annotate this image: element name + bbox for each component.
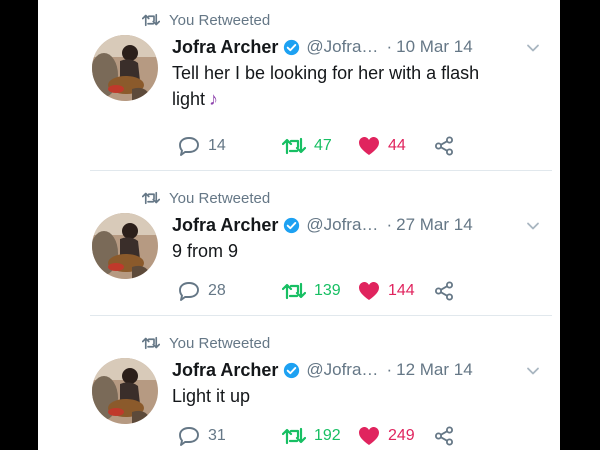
reply-icon (179, 427, 199, 446)
reply-count: 31 (208, 427, 226, 444)
reply-button[interactable]: 14 (178, 134, 226, 158)
tweet-card[interactable]: You Retweeted Jofra Archer @Jofra… · 27 … (38, 178, 560, 326)
author-name[interactable]: Jofra Archer (172, 215, 278, 236)
tweet-card[interactable]: You Retweeted Jofra Archer @Jofra… · 10 … (38, 0, 560, 156)
tweet-text-content: Light it up (172, 386, 251, 406)
author-handle[interactable]: @Jofra… (306, 360, 378, 380)
retweet-button[interactable]: 192 (282, 424, 341, 448)
share-button[interactable] (434, 134, 454, 158)
share-icon (435, 136, 453, 156)
retweet-button[interactable]: 47 (282, 134, 332, 158)
heart-icon (359, 137, 379, 155)
separator-dot: · (386, 360, 393, 379)
retweet-count: 47 (314, 137, 332, 154)
heart-icon (359, 282, 379, 300)
reply-count: 14 (208, 137, 226, 154)
retweet-button[interactable]: 139 (282, 279, 341, 303)
music-note-emoji: ♪ (209, 89, 219, 109)
tweet-text-content: 9 from 9 (172, 241, 239, 261)
retweet-context-label: You Retweeted (169, 11, 271, 29)
reply-button[interactable]: 28 (178, 279, 226, 303)
retweet-context-label: You Retweeted (169, 189, 271, 207)
retweet-context: You Retweeted (142, 333, 270, 353)
chevron-down-icon[interactable] (526, 219, 540, 233)
tweet-header: Jofra Archer @Jofra… · 12 Mar 14 (172, 358, 542, 382)
tweet-date[interactable]: 27 Mar 14 (396, 215, 473, 235)
tweet-text: Tell her I be looking for her with a fla… (172, 60, 512, 112)
retweet-context-label: You Retweeted (169, 334, 271, 352)
author-handle[interactable]: @Jofra… (306, 215, 378, 235)
tweet-date[interactable]: 12 Mar 14 (396, 360, 473, 380)
retweet-icon (282, 282, 306, 300)
reply-button[interactable]: 31 (178, 424, 226, 448)
retweet-icon (142, 13, 160, 27)
chevron-down-icon[interactable] (526, 41, 540, 55)
separator-dot: · (386, 215, 393, 234)
retweet-icon (282, 137, 306, 155)
like-button[interactable]: 44 (358, 134, 406, 158)
heart-icon (359, 427, 379, 445)
like-button[interactable]: 249 (358, 424, 415, 448)
chevron-down-icon[interactable] (526, 364, 540, 378)
share-button[interactable] (434, 424, 454, 448)
tweet-divider (90, 315, 552, 316)
tweet-text: 9 from 9 (172, 238, 512, 264)
retweet-icon (142, 336, 160, 350)
reply-count: 28 (208, 282, 226, 299)
retweet-count: 192 (314, 427, 341, 444)
avatar[interactable] (92, 358, 158, 424)
like-button[interactable]: 144 (358, 279, 415, 303)
tweet-header: Jofra Archer @Jofra… · 27 Mar 14 (172, 213, 542, 237)
like-count: 44 (388, 137, 406, 154)
retweet-context: You Retweeted (142, 188, 270, 208)
verified-badge-icon (284, 362, 300, 378)
retweet-count: 139 (314, 282, 341, 299)
author-name[interactable]: Jofra Archer (172, 37, 278, 58)
share-icon (435, 426, 453, 446)
tweet-text-content: Tell her I be looking for her with a fla… (172, 63, 480, 109)
verified-badge-icon (284, 217, 300, 233)
verified-badge-icon (284, 39, 300, 55)
reply-icon (179, 137, 199, 156)
avatar[interactable] (92, 35, 158, 101)
tweet-feed: You Retweeted Jofra Archer @Jofra… · 10 … (38, 0, 560, 450)
like-count: 144 (388, 282, 415, 299)
retweet-icon (142, 191, 160, 205)
avatar[interactable] (92, 213, 158, 279)
author-handle[interactable]: @Jofra… (306, 37, 378, 57)
separator-dot: · (386, 37, 393, 56)
tweet-card[interactable]: You Retweeted Jofra Archer @Jofra… · 12 … (38, 323, 560, 450)
tweet-date[interactable]: 10 Mar 14 (396, 37, 473, 57)
retweet-icon (282, 427, 306, 445)
tweet-text: Light it up (172, 383, 512, 409)
share-button[interactable] (434, 279, 454, 303)
like-count: 249 (388, 427, 415, 444)
author-name[interactable]: Jofra Archer (172, 360, 278, 381)
tweet-header: Jofra Archer @Jofra… · 10 Mar 14 (172, 35, 542, 59)
share-icon (435, 281, 453, 301)
retweet-context: You Retweeted (142, 10, 270, 30)
reply-icon (179, 282, 199, 301)
tweet-divider (90, 170, 552, 171)
